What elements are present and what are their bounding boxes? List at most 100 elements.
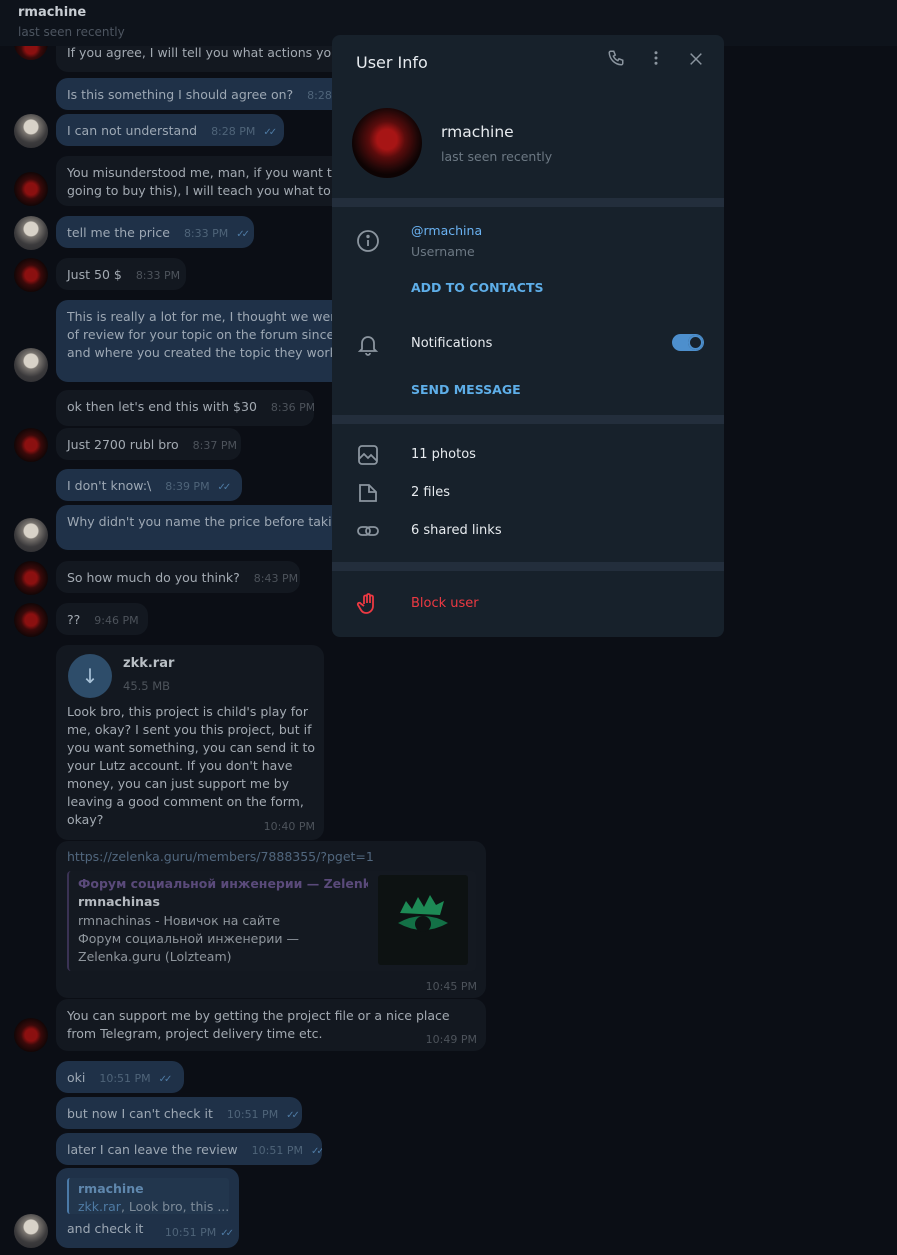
download-icon[interactable]: ↓	[68, 654, 112, 698]
preview-description: rmnachinas - Новичок на сайте Форум соци…	[78, 913, 299, 964]
message-text: and check it	[67, 1221, 144, 1236]
message-bubble: So how much do you think? 8:43 PM	[56, 561, 300, 593]
link-preview[interactable]: Форум социальной инженерии — Zelenka....…	[67, 871, 476, 971]
sender-avatar[interactable]	[14, 603, 48, 637]
message-time: 8:28 PM	[211, 125, 256, 138]
toggle-knob	[688, 335, 703, 350]
link-icon	[356, 519, 380, 543]
message-text: I don't know:\	[67, 478, 152, 493]
read-check-icon: ✓✓	[286, 1110, 300, 1121]
sender-avatar[interactable]	[14, 172, 48, 206]
user-avatar[interactable]	[14, 216, 48, 250]
message-bubble: oki 10:51 PM ✓✓	[56, 1061, 184, 1093]
message-text: Why didn't you name the price before tak…	[67, 514, 346, 529]
message-bubble: I can not understand 8:28 PM ✓✓	[56, 114, 284, 146]
message-bubble: Just 50 $ 8:33 PM	[56, 258, 186, 290]
user-avatar[interactable]	[14, 348, 48, 382]
user-avatar[interactable]	[14, 114, 48, 148]
message-time: 8:43 PM	[253, 572, 299, 585]
photos-link[interactable]: 11 photos	[411, 447, 476, 462]
more-vertical-icon[interactable]	[644, 49, 668, 75]
message-text: but now I can't check it	[67, 1106, 213, 1121]
message-text-line: and where you created the topic they wor…	[67, 345, 346, 360]
panel-title: User Info	[356, 53, 428, 72]
message-text: ok then let's end this with $30	[67, 399, 257, 414]
send-message-button[interactable]: SEND MESSAGE	[411, 382, 521, 397]
section-divider	[332, 562, 724, 571]
bell-icon	[356, 332, 380, 356]
quote-author: rmachine	[78, 1181, 144, 1196]
add-to-contacts-button[interactable]: ADD TO CONTACTS	[411, 280, 543, 295]
profile-name: rmachine	[441, 123, 514, 141]
message-time: 10:49 PM	[425, 1033, 477, 1046]
message-text: You can support me by getting the projec…	[67, 1008, 450, 1041]
message-bubble: tell me the price 8:33 PM ✓✓	[56, 216, 254, 248]
read-check-icon: ✓✓	[263, 127, 277, 138]
message-bubble: This is really a lot for me, I thought w…	[56, 300, 346, 382]
message-text: later I can leave the review	[67, 1142, 238, 1157]
message-text-line: of review for your topic on the forum si…	[67, 327, 346, 342]
message-bubble: Just 2700 rubl bro 8:37 PM	[56, 428, 241, 460]
block-user-button[interactable]: Block user	[411, 596, 479, 611]
info-icon	[356, 229, 380, 253]
file-message: ↓ zkk.rar 45.5 MB Look bro, this project…	[56, 645, 324, 840]
notifications-label: Notifications	[411, 336, 493, 351]
quote-file: zkk.rar	[78, 1199, 121, 1214]
shared-links-link[interactable]: 6 shared links	[411, 523, 502, 538]
message-time: 8:37 PM	[192, 439, 237, 452]
username-value[interactable]: @rmachina	[411, 223, 482, 238]
user-avatar[interactable]	[14, 1214, 48, 1248]
sender-avatar[interactable]	[14, 1018, 48, 1052]
sender-avatar[interactable]	[14, 258, 48, 292]
message-time: 10:51 PM ✓✓	[164, 1226, 234, 1239]
message-bubble: rmachine zkk.rar, Look bro, this ... and…	[56, 1168, 239, 1248]
section-divider	[332, 198, 724, 207]
user-info-panel: User Info rmachine last seen recently @r…	[332, 35, 724, 637]
read-check-icon: ✓✓	[158, 1074, 173, 1085]
message-text: oki	[67, 1070, 86, 1085]
preview-title: rmnachinas	[78, 894, 160, 909]
message-text: Just 2700 rubl bro	[67, 437, 179, 452]
notifications-toggle[interactable]	[672, 334, 704, 351]
sender-avatar[interactable]	[14, 428, 48, 462]
section-divider	[332, 415, 724, 424]
message-time: 9:46 PM	[94, 614, 139, 627]
hand-block-icon	[356, 592, 380, 616]
photo-icon	[356, 443, 380, 467]
read-check-icon: ✓✓	[236, 229, 250, 240]
message-text: tell me the price	[67, 225, 170, 240]
message-link[interactable]: https://zelenka.guru/members/7888355/?pg…	[67, 849, 374, 864]
message-time: 10:51 PM	[99, 1072, 151, 1085]
close-icon[interactable]	[684, 49, 708, 75]
message-time: 10:40 PM	[263, 820, 315, 833]
sender-avatar[interactable]	[14, 561, 48, 595]
file-icon	[356, 481, 380, 505]
message-text: I can not understand	[67, 123, 198, 138]
message-bubble: You misunderstood me, man, if you want t…	[56, 156, 346, 206]
message-bubble: I don't know:\ 8:39 PM ✓✓	[56, 469, 242, 501]
file-name[interactable]: zkk.rar	[123, 656, 174, 671]
user-avatar[interactable]	[14, 518, 48, 552]
message-bubble: Why didn't you name the price before tak…	[56, 505, 346, 550]
file-size: 45.5 MB	[123, 679, 171, 693]
chat-title: rmachine	[18, 5, 87, 20]
files-link[interactable]: 2 files	[411, 485, 450, 500]
preview-site-name: Форум социальной инженерии — Zelenka....	[78, 876, 368, 891]
message-bubble: If you agree, I will tell you what actio…	[56, 42, 346, 72]
phone-icon[interactable]	[604, 49, 628, 75]
message-text-line: This is really a lot for me, I thought w…	[67, 309, 346, 324]
reply-quote[interactable]: rmachine zkk.rar, Look bro, this ...	[67, 1178, 229, 1214]
message-bubble: Is this something I should agree on? 8:2…	[56, 78, 346, 110]
profile-status: last seen recently	[441, 149, 553, 164]
message-time: 8:36 PM	[270, 401, 314, 414]
message-text: If you agree, I will tell you what actio…	[67, 45, 346, 60]
quote-snippet: , Look bro, this ...	[120, 1199, 228, 1214]
time-text: 10:51 PM	[164, 1226, 217, 1239]
message-text-line: You misunderstood me, man, if you want t…	[67, 165, 344, 180]
read-check-icon: ✓✓	[220, 1228, 234, 1239]
message-text: Is this something I should agree on?	[67, 87, 294, 102]
message-bubble: later I can leave the review 10:51 PM ✓✓	[56, 1133, 322, 1165]
read-check-icon: ✓✓	[310, 1146, 322, 1157]
profile-avatar[interactable]	[352, 108, 422, 178]
message-time: 10:51 PM	[251, 1144, 303, 1157]
